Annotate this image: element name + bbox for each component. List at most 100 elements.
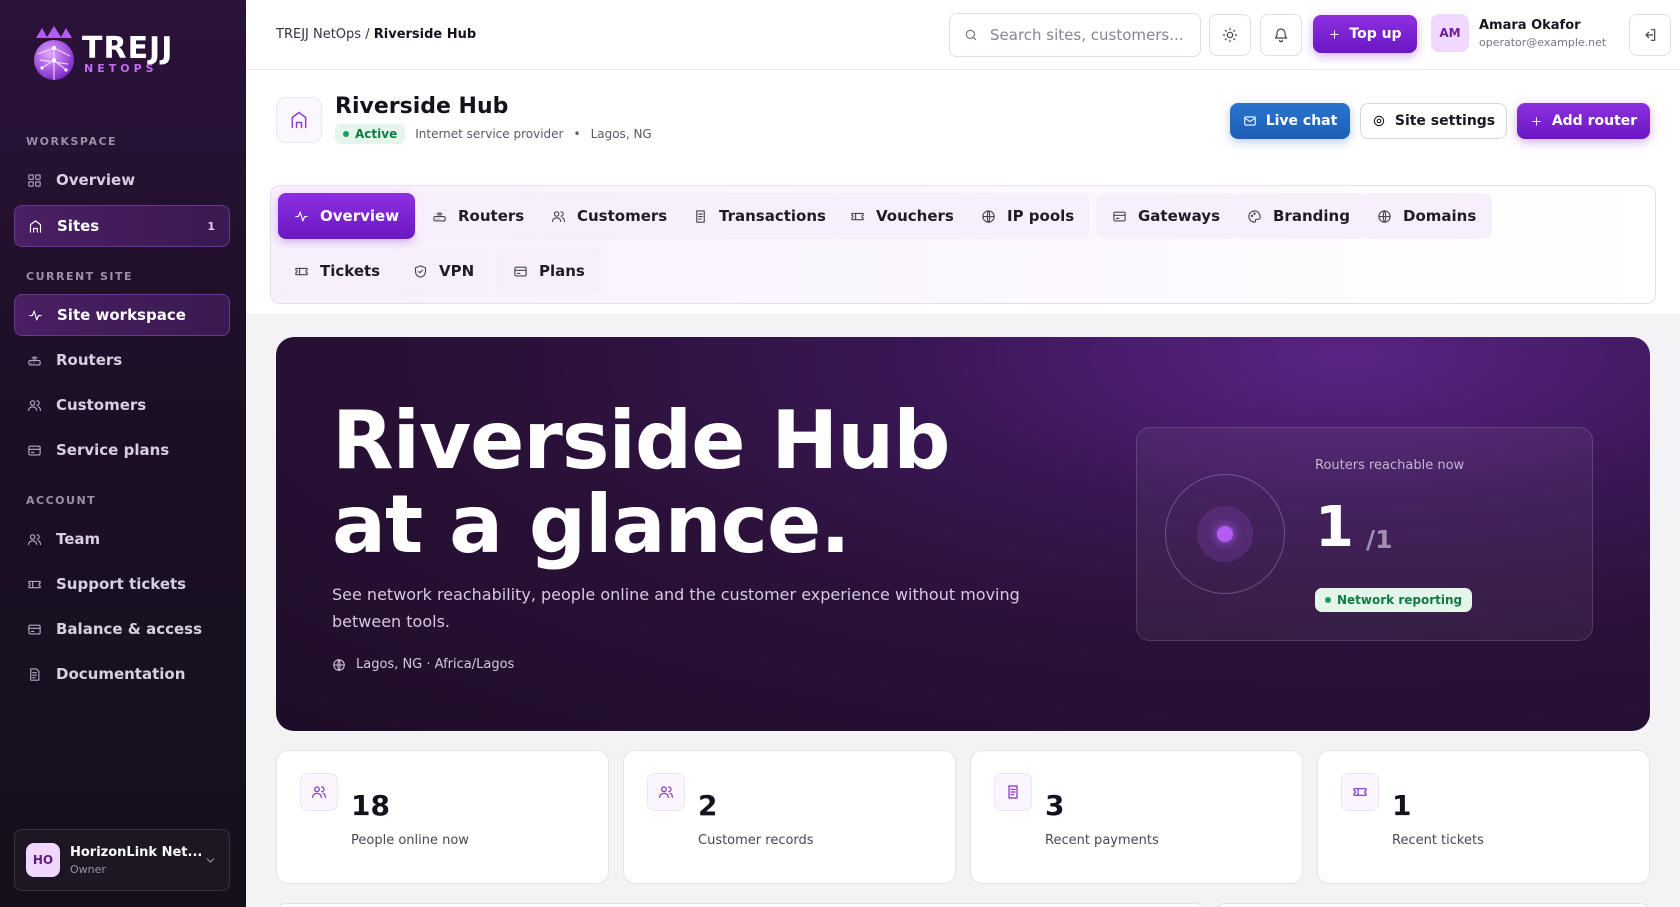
- overview-hero: Riverside Hub at a glance. See network r…: [276, 337, 1650, 731]
- sidebar-item-overview[interactable]: Overview: [14, 159, 230, 201]
- logout-button[interactable]: [1629, 14, 1671, 56]
- globe-icon: [333, 658, 345, 671]
- search-input[interactable]: [990, 26, 1200, 44]
- tab-customers[interactable]: Customers: [535, 193, 684, 239]
- stat-card-recent-tickets[interactable]: 1 Recent tickets: [1317, 750, 1650, 884]
- gear-icon: [1373, 115, 1385, 127]
- add-router-button[interactable]: Add router: [1517, 103, 1650, 139]
- breadcrumb-root[interactable]: TREJJ NetOps: [276, 27, 361, 42]
- stat-card-people-online[interactable]: 18 People online now: [276, 750, 609, 884]
- sidebar-item-label: Customers: [56, 396, 147, 414]
- ticket-icon: [851, 212, 864, 220]
- router-icon: [433, 211, 446, 221]
- network-status-text: Network reporting: [1337, 593, 1463, 607]
- sidebar-item-support-tickets[interactable]: Support tickets: [14, 563, 230, 605]
- sidebar-item-site-workspace[interactable]: Site workspace: [14, 294, 230, 336]
- plus-icon: [1532, 116, 1541, 126]
- tab-label: Tickets: [320, 262, 381, 280]
- search-icon: [965, 29, 977, 41]
- tab-ip-pools[interactable]: IP pools: [965, 193, 1091, 239]
- notifications-button[interactable]: [1260, 14, 1302, 56]
- tab-branding[interactable]: Branding: [1231, 193, 1366, 239]
- topbar: TREJJ NetOps / Riverside Hub Top up AM A…: [246, 0, 1680, 70]
- site-header: Riverside Hub Active Internet service pr…: [246, 70, 1680, 313]
- users-icon: [300, 773, 338, 811]
- brand-name: TREJJ: [82, 30, 174, 66]
- brand-logo[interactable]: TREJJ NETOPS: [30, 24, 173, 84]
- user-menu[interactable]: AM Amara Okafor operator@example.net: [1431, 14, 1606, 52]
- ticket-icon: [1341, 773, 1379, 811]
- site-meta: Active Internet service provider • Lagos…: [335, 124, 652, 144]
- users-icon: [28, 399, 41, 411]
- chevron-down-icon: [206, 858, 215, 863]
- tab-label: Customers: [577, 207, 668, 225]
- doc-icon: [30, 667, 40, 681]
- tab-label: IP pools: [1007, 207, 1075, 225]
- stat-label: People online now: [351, 833, 469, 848]
- logout-icon: [1645, 29, 1656, 41]
- sidebar-item-documentation[interactable]: Documentation: [14, 653, 230, 695]
- sidebar-item-routers[interactable]: Routers: [14, 339, 230, 381]
- sidebar-item-label: Sites: [57, 217, 100, 235]
- hero-subtitle: See network reachability, people online …: [332, 585, 1020, 631]
- reach-value: 1: [1315, 495, 1354, 560]
- theme-toggle-button[interactable]: [1209, 14, 1251, 56]
- tab-label: Vouchers: [876, 207, 954, 225]
- site-settings-button[interactable]: Site settings: [1360, 103, 1507, 139]
- sidebar-item-team[interactable]: Team: [14, 518, 230, 560]
- org-role: Owner: [70, 862, 106, 876]
- sidebar-item-balance-access[interactable]: Balance & access: [14, 608, 230, 650]
- top-up-label: Top up: [1349, 26, 1402, 42]
- sidebar-item-service-plans[interactable]: Service plans: [14, 429, 230, 471]
- live-chat-button[interactable]: Live chat: [1230, 103, 1350, 139]
- user-email: operator@example.net: [1479, 35, 1607, 49]
- tab-vouchers[interactable]: Vouchers: [834, 193, 970, 239]
- tab-routers[interactable]: Routers: [416, 193, 541, 239]
- stat-value: 2: [698, 789, 718, 822]
- org-name: HorizonLink Net...: [70, 844, 203, 860]
- stat-value: 18: [351, 789, 390, 822]
- hero-location-text: Lagos, NG · Africa/Lagos: [356, 657, 515, 672]
- radar-icon: [1165, 474, 1285, 594]
- sidebar-item-label: Balance & access: [56, 620, 203, 638]
- globe-icon: [982, 209, 995, 223]
- network-status-badge: Network reporting: [1315, 588, 1473, 612]
- card-icon: [514, 266, 527, 276]
- card-icon: [28, 624, 41, 634]
- section-label-workspace: WORKSPACE: [26, 135, 118, 148]
- users-icon: [552, 210, 565, 222]
- activity-icon: [29, 310, 42, 320]
- sidebar-item-customers[interactable]: Customers: [14, 384, 230, 426]
- card-icon: [1113, 211, 1126, 221]
- tab-vpn[interactable]: VPN: [397, 248, 491, 294]
- organization-switcher[interactable]: HO HorizonLink Net... Owner: [14, 829, 230, 891]
- section-label-account: ACCOUNT: [26, 494, 97, 507]
- tab-label: Routers: [458, 207, 525, 225]
- site-building-icon: [276, 97, 322, 143]
- meta-separator: •: [573, 127, 581, 141]
- tab-gateways[interactable]: Gateways: [1096, 193, 1237, 239]
- live-chat-label: Live chat: [1265, 113, 1338, 129]
- status-dot: [343, 131, 349, 137]
- tab-transactions[interactable]: Transactions: [677, 193, 842, 239]
- tab-plans[interactable]: Plans: [497, 248, 601, 294]
- sidebar-item-sites[interactable]: Sites 1: [14, 205, 230, 247]
- top-up-button[interactable]: Top up: [1313, 15, 1417, 53]
- tab-overview[interactable]: Overview: [278, 193, 416, 239]
- reach-label: Routers reachable now: [1315, 458, 1465, 473]
- breadcrumb: TREJJ NetOps / Riverside Hub: [276, 27, 476, 42]
- brand-wordmark: TREJJ NETOPS: [82, 30, 174, 75]
- stat-card-recent-payments[interactable]: 3 Recent payments: [970, 750, 1303, 884]
- tab-label: Gateways: [1138, 207, 1221, 225]
- tab-tickets[interactable]: Tickets: [278, 248, 397, 294]
- sidebar-item-label: Site workspace: [57, 306, 186, 324]
- tab-domains[interactable]: Domains: [1361, 193, 1493, 239]
- users-icon: [647, 773, 685, 811]
- panel-card: [1216, 903, 1650, 907]
- router-icon: [28, 355, 41, 365]
- section-label-current-site: CURRENT SITE: [26, 270, 134, 283]
- stat-card-customer-records[interactable]: 2 Customer records: [623, 750, 956, 884]
- site-settings-label: Site settings: [1394, 113, 1496, 129]
- breadcrumb-current: Riverside Hub: [373, 27, 477, 42]
- status-badge: Active: [335, 124, 406, 144]
